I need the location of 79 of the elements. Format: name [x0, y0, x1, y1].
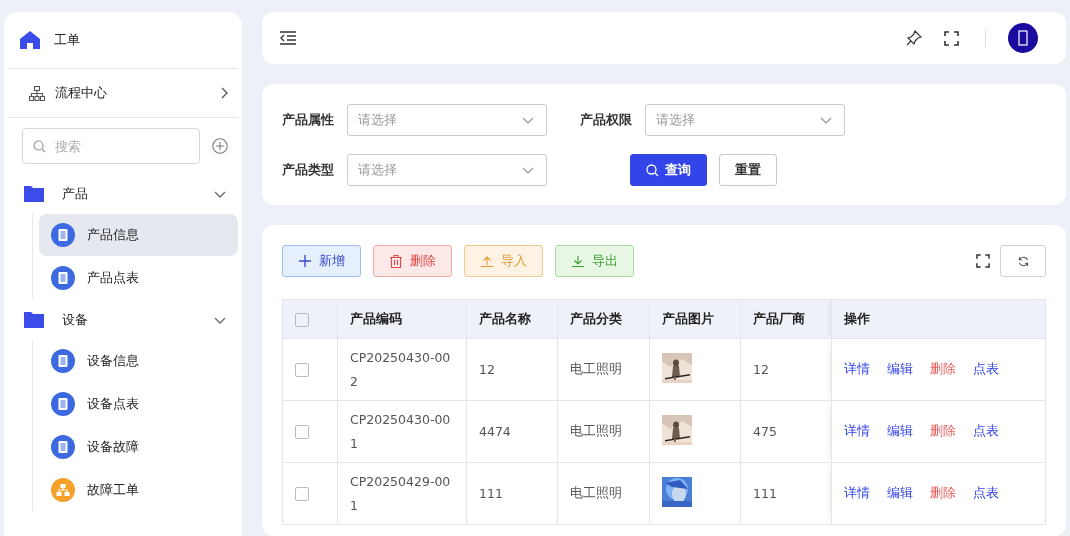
tree-item[interactable]: 设备信息	[39, 340, 238, 382]
action-link[interactable]: 删除	[930, 361, 957, 378]
search-icon	[33, 140, 46, 153]
chevron-icon	[522, 166, 534, 174]
document-icon	[51, 435, 75, 459]
action-link[interactable]: 编辑	[887, 423, 914, 440]
row-checkbox[interactable]	[295, 363, 309, 378]
table-cell: 12	[753, 362, 769, 377]
download-icon	[571, 255, 584, 267]
add-button[interactable]: 新增	[282, 245, 361, 277]
table-cell: 111	[753, 486, 777, 501]
avatar[interactable]	[1008, 23, 1038, 53]
table-cell: 4474	[479, 424, 511, 439]
field-label: 产品属性	[282, 111, 334, 129]
column-header: 产品编码	[350, 310, 402, 326]
action-link[interactable]: 点表	[973, 485, 1000, 502]
table-cell: 电工照明	[570, 361, 623, 376]
reset-button[interactable]: 重置	[719, 154, 777, 186]
search-field[interactable]: 搜索	[22, 128, 200, 164]
table-cell-text: CP20250430-002	[350, 348, 452, 391]
tree-folder[interactable]: 设备	[8, 300, 238, 340]
chevron-icon	[820, 116, 832, 124]
table-cell: 475	[753, 424, 777, 439]
tree-item[interactable]: 产品信息	[39, 214, 238, 256]
tree-item[interactable]: 设备故障	[39, 426, 238, 468]
hierarchy-badge-icon	[51, 478, 75, 502]
collapse-menu-icon[interactable]	[279, 31, 297, 45]
column-header: 产品名称	[479, 310, 531, 326]
home-icon	[20, 31, 40, 49]
table-cell-text: CP20250430-001	[350, 410, 452, 453]
table-cell: 12	[479, 362, 495, 377]
plus-icon	[298, 255, 311, 267]
column-header: 产品厂商	[753, 310, 806, 326]
fullscreen-icon[interactable]	[976, 254, 990, 268]
folder-icon	[24, 312, 44, 328]
trash-icon	[389, 254, 402, 268]
table-cell-text: CP20250429-001	[350, 472, 452, 515]
tree-item[interactable]: 产品点表	[39, 257, 238, 299]
table-cell: 电工照明	[570, 423, 623, 438]
action-link[interactable]: 删除	[930, 485, 957, 502]
action-link[interactable]: 点表	[973, 423, 1000, 440]
document-icon	[51, 266, 75, 290]
document-icon	[51, 223, 75, 247]
action-link[interactable]: 点表	[973, 361, 1000, 378]
search-button[interactable]: 查询	[630, 154, 707, 186]
pin-icon[interactable]	[906, 30, 922, 46]
table-cell: 111	[479, 486, 503, 501]
select-all-checkbox[interactable]	[295, 312, 309, 327]
action-link[interactable]: 编辑	[887, 361, 914, 378]
add-circle-icon[interactable]	[212, 136, 228, 156]
field-label: 产品权限	[580, 111, 632, 129]
document-icon	[51, 349, 75, 373]
document-icon	[51, 392, 75, 416]
app-title: 工单	[54, 31, 80, 49]
search-icon	[646, 163, 659, 177]
action-link[interactable]: 详情	[844, 423, 871, 440]
hierarchy-icon	[29, 85, 45, 101]
upload-icon	[480, 255, 493, 267]
action-link[interactable]: 编辑	[887, 485, 914, 502]
column-header: 产品图片	[661, 310, 714, 326]
folder-icon	[24, 186, 44, 202]
action-link[interactable]: 详情	[844, 361, 871, 378]
row-checkbox[interactable]	[295, 425, 309, 440]
row-checkbox[interactable]	[295, 487, 309, 502]
table-cell: 电工照明	[570, 485, 623, 500]
refresh-icon	[1017, 255, 1029, 267]
column-header: 操作	[844, 310, 871, 326]
flow-center-item[interactable]: 流程中心	[8, 69, 238, 118]
fullscreen-icon[interactable]	[944, 30, 959, 46]
action-link[interactable]: 详情	[844, 485, 871, 502]
delete-button[interactable]: 删除	[373, 245, 452, 277]
chevron-right-icon	[221, 87, 228, 99]
column-header: 产品分类	[570, 310, 623, 326]
field-label: 产品类型	[282, 161, 334, 179]
tree-folder[interactable]: 产品	[8, 174, 238, 214]
tree-item[interactable]: 设备点表	[39, 383, 238, 425]
tree-item[interactable]: 故障工单	[39, 469, 238, 511]
chevron-icon	[522, 116, 534, 124]
action-link[interactable]: 删除	[930, 423, 957, 440]
